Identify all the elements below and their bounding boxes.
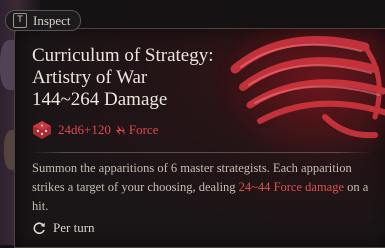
desc-damage-range: 24~44 xyxy=(238,180,271,194)
damage-type: Force xyxy=(128,122,159,137)
spell-title: Curriculum of Strategy: Artistry of War … xyxy=(32,45,312,111)
spell-tooltip: Curriculum of Strategy: Artistry of War … xyxy=(14,28,385,248)
spell-name-line1: Curriculum of Strategy: xyxy=(32,45,214,66)
force-damage-icon xyxy=(115,125,125,135)
inspect-button[interactable]: T Inspect xyxy=(5,10,81,31)
damage-dice: 24d6+120 xyxy=(58,122,111,137)
damage-row: 24d6+120 Force xyxy=(32,119,158,141)
spell-name-line2: Artistry of War xyxy=(32,67,148,88)
desc-damage-type: Force damage xyxy=(273,180,345,194)
d20-dice-icon xyxy=(33,121,51,139)
usage-label: Per turn xyxy=(53,220,95,235)
spell-damage-range: 144~264 Damage xyxy=(32,89,168,110)
inspect-label: Inspect xyxy=(33,12,71,28)
per-turn-icon xyxy=(33,222,45,234)
hotkey-badge: T xyxy=(13,13,27,28)
divider xyxy=(32,152,372,153)
spell-description: Summon the apparitions of 6 master strat… xyxy=(32,159,377,216)
usage-row: Per turn xyxy=(32,219,95,237)
